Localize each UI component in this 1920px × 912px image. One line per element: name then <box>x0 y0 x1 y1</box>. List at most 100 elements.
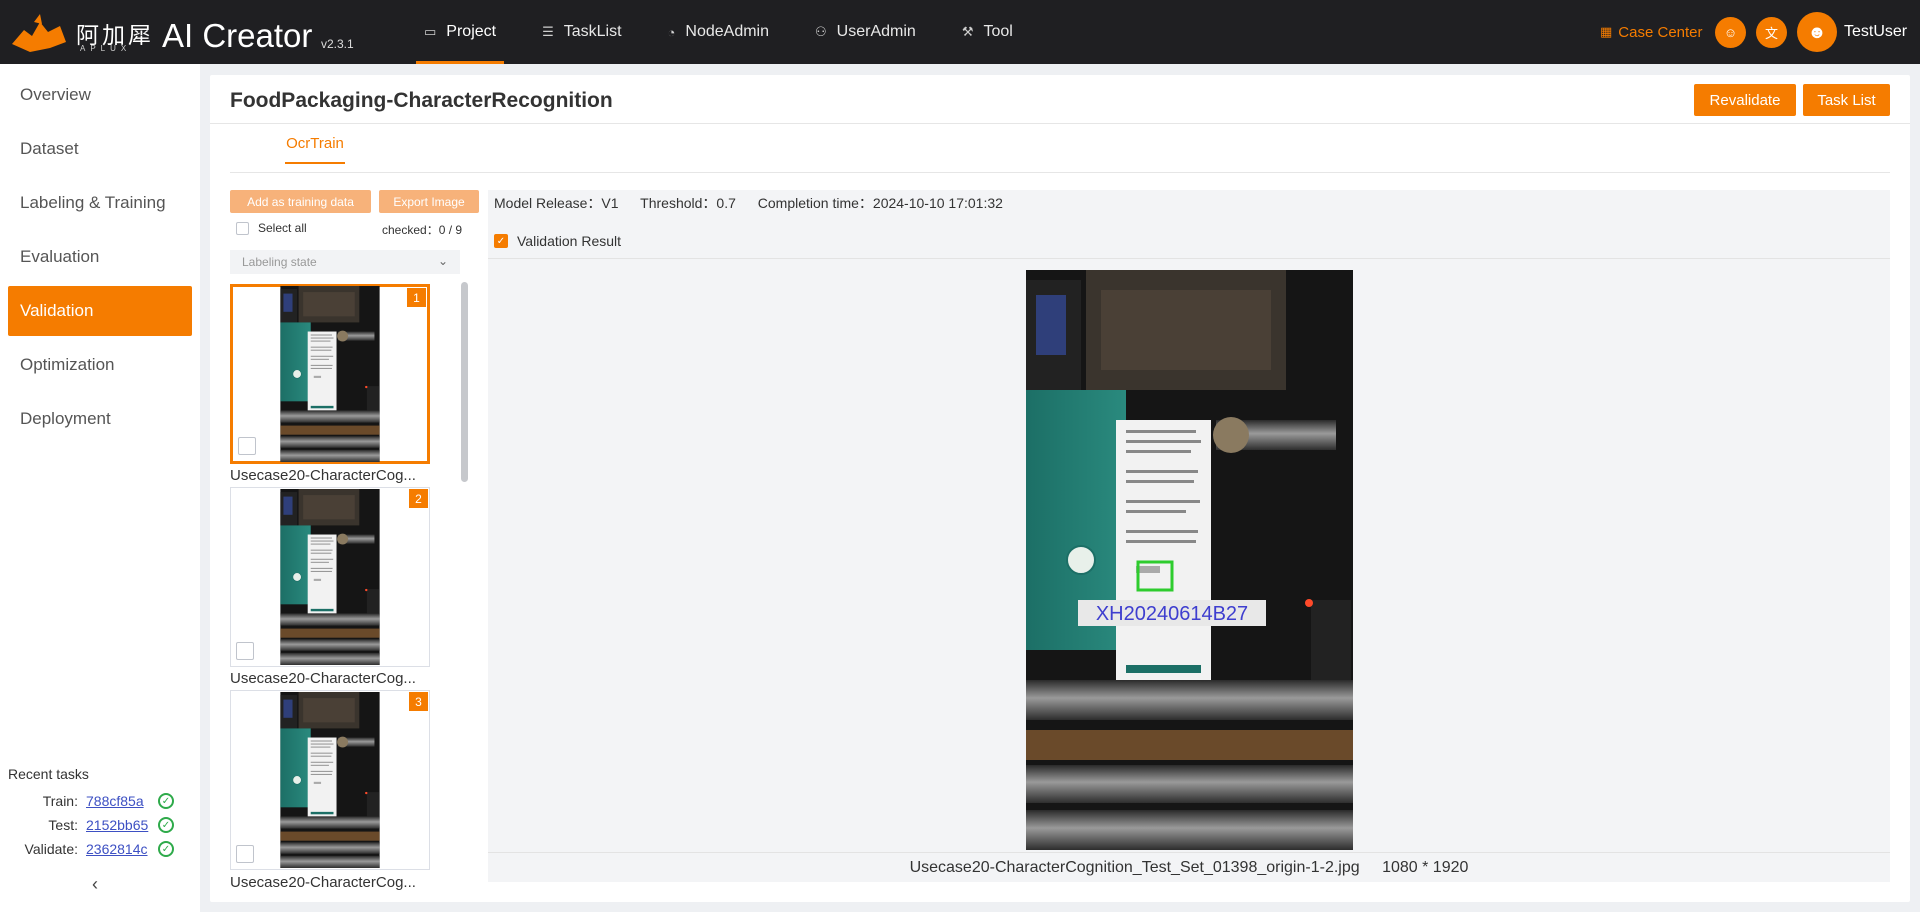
nav-nodeadmin-label: NodeAdmin <box>685 23 770 40</box>
thumbnail-checkbox[interactable] <box>236 845 254 863</box>
sidebar-item-optimization[interactable]: Optimization <box>8 340 192 390</box>
thumbnail-card-2[interactable]: 2 <box>230 487 430 667</box>
user-avatar[interactable]: ☻ <box>1797 12 1837 52</box>
sidebar-item-evaluation[interactable]: Evaluation <box>8 232 192 282</box>
model-release: Model Release：V1 <box>494 195 619 211</box>
main-panel: FoodPackaging-CharacterRecognition Reval… <box>210 75 1910 902</box>
cat-icon: ☺ <box>1723 25 1738 40</box>
thumbnail-image <box>280 489 380 665</box>
recent-train-link[interactable]: 788cf85a <box>86 793 158 809</box>
check-circle-icon: ✓ <box>158 817 174 833</box>
user-icon: ☻ <box>1807 21 1827 42</box>
thumbnail-index: 1 <box>407 288 426 307</box>
collapse-sidebar-button[interactable]: ‹ <box>92 874 98 895</box>
validation-result-label: Validation Result <box>517 233 622 249</box>
node-icon: ◔ <box>667 24 676 40</box>
labeling-state-select[interactable]: Labeling state ⌄ <box>230 250 460 274</box>
task-list-button[interactable]: Task List <box>1803 84 1890 116</box>
check-circle-icon: ✓ <box>158 841 174 857</box>
select-all-label: Select all <box>258 221 307 235</box>
thumbnail-card-1[interactable]: 1 <box>230 284 430 464</box>
aplux-logo <box>12 14 66 52</box>
top-bar: 阿加犀 APLUX AI Creator v2.3.1 ▭ Project ☰ … <box>0 0 1920 64</box>
app-title: AI Creator <box>162 17 313 54</box>
image-filename: Usecase20-CharacterCognition_Test_Set_01… <box>909 859 1360 876</box>
thumbnail-index: 2 <box>409 489 428 508</box>
translate-icon-button[interactable]: 文 <box>1756 17 1787 48</box>
folder-icon: ▭ <box>424 24 437 39</box>
nav-tasklist-label: TaskList <box>563 23 622 40</box>
app-version: v2.3.1 <box>321 37 354 51</box>
caption-divider <box>488 852 1890 853</box>
tab-divider <box>230 172 1890 173</box>
sidebar: Overview Dataset Labeling & Training Eva… <box>0 64 200 912</box>
recent-validate-link[interactable]: 2362814c <box>86 841 158 857</box>
validation-result-checkbox[interactable]: ✓ Validation Result <box>494 233 621 249</box>
model-meta: Model Release：V1 Threshold：0.7 Completio… <box>494 193 1021 213</box>
check-circle-icon: ✓ <box>158 793 174 809</box>
nav-project-label: Project <box>446 23 497 40</box>
header-divider <box>210 123 1910 124</box>
validation-image: XH20240614B27 <box>1026 270 1353 850</box>
validation-detail: Model Release：V1 Threshold：0.7 Completio… <box>488 190 1890 882</box>
thumbnail-image <box>280 692 380 868</box>
brand-subtitle: APLUX <box>80 44 132 53</box>
thumbnail-label: Usecase20-CharacterCog... <box>230 874 416 891</box>
thumbnail-index: 3 <box>409 692 428 711</box>
labeling-state-label: Labeling state <box>242 255 317 269</box>
checkmark-icon[interactable]: ✓ <box>494 234 508 248</box>
chevron-down-icon: ⌄ <box>437 254 448 268</box>
nav-tasklist[interactable]: ☰ TaskList <box>528 0 635 64</box>
checked-count: checked：0 / 9 <box>382 223 463 237</box>
sidebar-item-labeling-training[interactable]: Labeling & Training <box>8 178 192 228</box>
recent-train-label: Train: <box>42 793 78 809</box>
nav-tool-label: Tool <box>983 23 1013 40</box>
sidebar-item-dataset[interactable]: Dataset <box>8 124 192 174</box>
completion-time: Completion time：2024-10-10 17:01:32 <box>757 195 1003 211</box>
add-training-data-button[interactable]: Add as training data <box>230 190 371 213</box>
recent-tasks: Recent tasks Train: 788cf85a ✓ Test: 215… <box>8 766 192 861</box>
select-all-checkbox[interactable]: Select all <box>236 221 307 235</box>
nav-useradmin[interactable]: ⚇ UserAdmin <box>801 0 930 64</box>
divider <box>488 258 1890 259</box>
sidebar-item-overview[interactable]: Overview <box>8 70 192 120</box>
thumbnail-label: Usecase20-CharacterCog... <box>230 670 416 687</box>
cat-icon-button[interactable]: ☺ <box>1715 17 1746 48</box>
recent-train-row: Train: 788cf85a ✓ <box>8 789 192 813</box>
thumbnail-checkbox[interactable] <box>238 437 256 455</box>
recent-validate-label: Validate: <box>24 841 78 857</box>
list-icon: ☰ <box>542 24 554 39</box>
grid-icon: ▦ <box>1600 24 1613 39</box>
nav-useradmin-label: UserAdmin <box>836 23 916 40</box>
revalidate-button[interactable]: Revalidate <box>1694 84 1796 116</box>
recent-test-label: Test: <box>48 817 78 833</box>
thumbnail-label: Usecase20-CharacterCog... <box>230 467 416 484</box>
nav-project[interactable]: ▭ Project <box>410 0 510 64</box>
list-scrollbar[interactable] <box>461 282 468 482</box>
thumbnail-card-3[interactable]: 3 <box>230 690 430 870</box>
thumbnail-image <box>280 286 380 462</box>
sidebar-item-deployment[interactable]: Deployment <box>8 394 192 444</box>
translate-icon: 文 <box>1764 26 1778 41</box>
case-center-label: Case Center <box>1618 23 1703 41</box>
wrench-icon: ⚒ <box>961 24 974 39</box>
case-center-link[interactable]: ▦ Case Center <box>1600 0 1703 64</box>
sidebar-item-validation[interactable]: Validation <box>8 286 192 336</box>
export-image-button[interactable]: Export Image <box>379 190 479 213</box>
image-caption: Usecase20-CharacterCognition_Test_Set_01… <box>488 859 1890 877</box>
image-dimensions: 1080 * 1920 <box>1382 859 1469 876</box>
recent-test-link[interactable]: 2152bb65 <box>86 817 158 833</box>
nav-nodeadmin[interactable]: ◔ NodeAdmin <box>654 0 783 64</box>
page-title: FoodPackaging-CharacterRecognition <box>230 89 613 112</box>
nav-tool[interactable]: ⚒ Tool <box>948 0 1027 64</box>
thumbnail-checkbox[interactable] <box>236 642 254 660</box>
main-nav: ▭ Project ☰ TaskList ◔ NodeAdmin ⚇ UserA… <box>410 0 1045 64</box>
recent-tasks-title: Recent tasks <box>8 766 89 782</box>
users-icon: ⚇ <box>815 24 827 39</box>
recent-test-row: Test: 2152bb65 ✓ <box>8 813 192 837</box>
username[interactable]: TestUser <box>1844 23 1907 41</box>
threshold: Threshold：0.7 <box>640 195 736 211</box>
ocr-result-text: XH20240614B27 <box>1096 603 1248 625</box>
checkbox[interactable] <box>236 221 249 235</box>
tab-ocrtrain[interactable]: OcrTrain <box>285 135 345 164</box>
